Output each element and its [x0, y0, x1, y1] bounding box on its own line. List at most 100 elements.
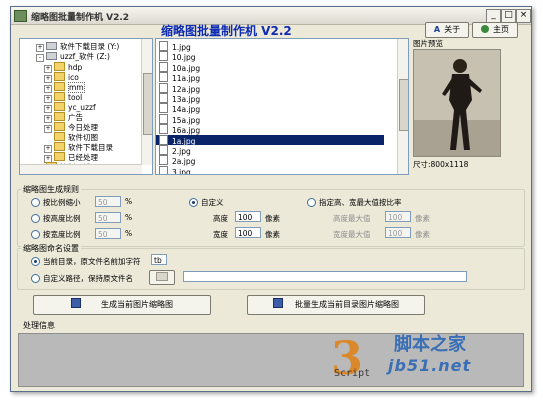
tree-vscrollbar[interactable]	[141, 39, 152, 165]
folder-icon	[54, 112, 65, 121]
close-button[interactable]: ×	[516, 9, 531, 23]
drive-icon	[46, 42, 57, 50]
max-height-input[interactable]: 100	[385, 211, 411, 222]
tree-item[interactable]: + 软件下载目录	[44, 142, 113, 153]
folder-icon	[54, 102, 65, 111]
custom-radio[interactable]	[189, 198, 198, 207]
width-ratio-input[interactable]: 50	[95, 228, 121, 239]
file-list-item[interactable]: 1a.jpg	[156, 134, 384, 146]
tree-item-label: uzzf_软件 (Z:)	[60, 52, 110, 61]
tree-item[interactable]: 软件切图	[44, 132, 98, 142]
tree-item[interactable]: + mm	[44, 82, 85, 93]
tree-item[interactable]: + 今日处理	[44, 122, 98, 133]
file-list-item[interactable]: 2.jpg	[156, 145, 384, 156]
ratio-unit: %	[125, 197, 133, 206]
file-vscrollbar[interactable]	[397, 39, 408, 174]
folder-icon	[54, 122, 65, 131]
current-dir-radio[interactable]	[31, 257, 40, 266]
image-file-icon	[159, 61, 168, 72]
width-unit: 像素	[265, 230, 280, 239]
tree-item-label: tool	[68, 93, 83, 102]
disks-icon	[273, 298, 283, 308]
about-button[interactable]: A 关于	[425, 22, 469, 38]
maximize-button[interactable]: □	[501, 9, 516, 23]
preview-label: 图片预览	[413, 39, 443, 48]
file-list-item[interactable]: 12a.jpg	[156, 82, 384, 94]
folder-tree[interactable]: + 软件下载目录 (Y:) - uzzf_软件 (Z:) + hdp + ico + mm + too…	[19, 38, 153, 175]
image-file-icon	[159, 103, 168, 114]
tree-item[interactable]: + tool	[44, 92, 83, 103]
height-unit: 像素	[265, 214, 280, 223]
file-list-item[interactable]: 15a.jpg	[156, 113, 384, 125]
max-width-unit: 像素	[415, 230, 430, 239]
tree-item-label: 广告	[68, 113, 83, 122]
height-ratio-unit: %	[125, 213, 133, 222]
width-ratio-label: 按宽度比例	[43, 230, 81, 239]
image-file-icon	[159, 145, 168, 155]
tree-hscrollbar[interactable]	[20, 164, 142, 174]
file-list-item[interactable]: 3.jpg	[156, 165, 384, 175]
tree-item[interactable]: + hdp	[44, 62, 82, 73]
tree-item[interactable]: + 广告	[44, 112, 83, 123]
photo-illustration	[414, 50, 500, 156]
tree-item-label: yc_uzzf	[68, 103, 96, 112]
tree-item-label: 已经处理	[68, 153, 98, 162]
custom-path-label: 自定义路径，保持原文件名	[43, 274, 133, 283]
height-label: 高度	[213, 214, 228, 223]
batch-button[interactable]: 批量生成当前目录图片缩略图	[247, 295, 425, 315]
browse-folder-icon	[156, 272, 168, 281]
image-file-icon	[159, 134, 168, 145]
width-ratio-radio[interactable]	[31, 230, 40, 239]
rules-group-label: 缩略图生成规则	[21, 184, 81, 195]
tree-item[interactable]: + 软件下载目录 (Y:)	[36, 42, 119, 52]
tree-item[interactable]: - uzzf_软件 (Z:)	[36, 52, 110, 62]
make-current-button[interactable]: 生成当前图片缩略图	[33, 295, 211, 315]
tree-item[interactable]: + ico	[44, 72, 79, 83]
max-width-input[interactable]: 100	[385, 227, 411, 238]
width-label: 宽度	[213, 230, 228, 239]
file-list-item[interactable]: 13a.jpg	[156, 93, 384, 104]
tree-item[interactable]: + 已经处理	[44, 152, 98, 163]
folder-icon	[54, 62, 65, 71]
watermark-brand: 脚本之家	[394, 334, 466, 355]
folder-icon	[54, 82, 65, 91]
watermark-script: Script	[334, 368, 371, 379]
preview-size: 尺寸:800x1118	[413, 160, 469, 169]
expand-toggle-icon[interactable]: +	[36, 44, 44, 52]
height-input[interactable]: 100	[235, 211, 261, 222]
prefix-input[interactable]: tb	[151, 254, 167, 265]
file-list-item[interactable]: 11a.jpg	[156, 72, 384, 83]
height-ratio-input[interactable]: 50	[95, 212, 121, 223]
tree-item-label: 软件切图	[68, 133, 98, 142]
minimize-button[interactable]: _	[486, 9, 501, 23]
tree-item-label: 软件下载目录	[68, 143, 113, 152]
width-input[interactable]: 100	[235, 227, 261, 238]
image-file-icon	[159, 51, 168, 62]
file-name: 3.jpg	[172, 167, 191, 175]
file-scroll-thumb[interactable]	[399, 79, 408, 131]
ratio-input[interactable]: 50	[95, 196, 121, 207]
file-list-item[interactable]: 10a.jpg	[156, 61, 384, 73]
folder-icon	[54, 72, 65, 81]
tree-item[interactable]: + yc_uzzf	[44, 102, 96, 113]
home-button[interactable]: 主页	[472, 22, 518, 38]
preview-image	[413, 49, 501, 157]
path-input[interactable]	[183, 271, 467, 282]
ratio-radio[interactable]	[31, 198, 40, 207]
expand-toggle-icon[interactable]: -	[36, 54, 44, 62]
custom-path-radio[interactable]	[31, 274, 40, 283]
height-ratio-radio[interactable]	[31, 214, 40, 223]
file-list-item[interactable]: 10.jpg	[156, 51, 384, 62]
tree-scroll-thumb[interactable]	[143, 73, 152, 135]
file-list[interactable]: 1.jpg 10.jpg 10a.jpg 11a.jpg 12a.jpg 13a.jpg 1…	[155, 38, 409, 175]
file-list-item[interactable]: 16a.jpg	[156, 124, 384, 135]
ratio-label: 按比例缩小	[43, 198, 81, 207]
max-height-label: 高度最大值	[333, 214, 371, 223]
max-radio[interactable]	[307, 198, 316, 207]
file-list-item[interactable]: 2a.jpg	[156, 155, 384, 166]
file-list-item[interactable]: 1.jpg	[156, 41, 384, 52]
file-list-item[interactable]: 14a.jpg	[156, 103, 384, 114]
browse-button[interactable]	[149, 270, 175, 285]
tree-item-label: 今日处理	[68, 123, 98, 132]
image-file-icon	[159, 41, 168, 51]
